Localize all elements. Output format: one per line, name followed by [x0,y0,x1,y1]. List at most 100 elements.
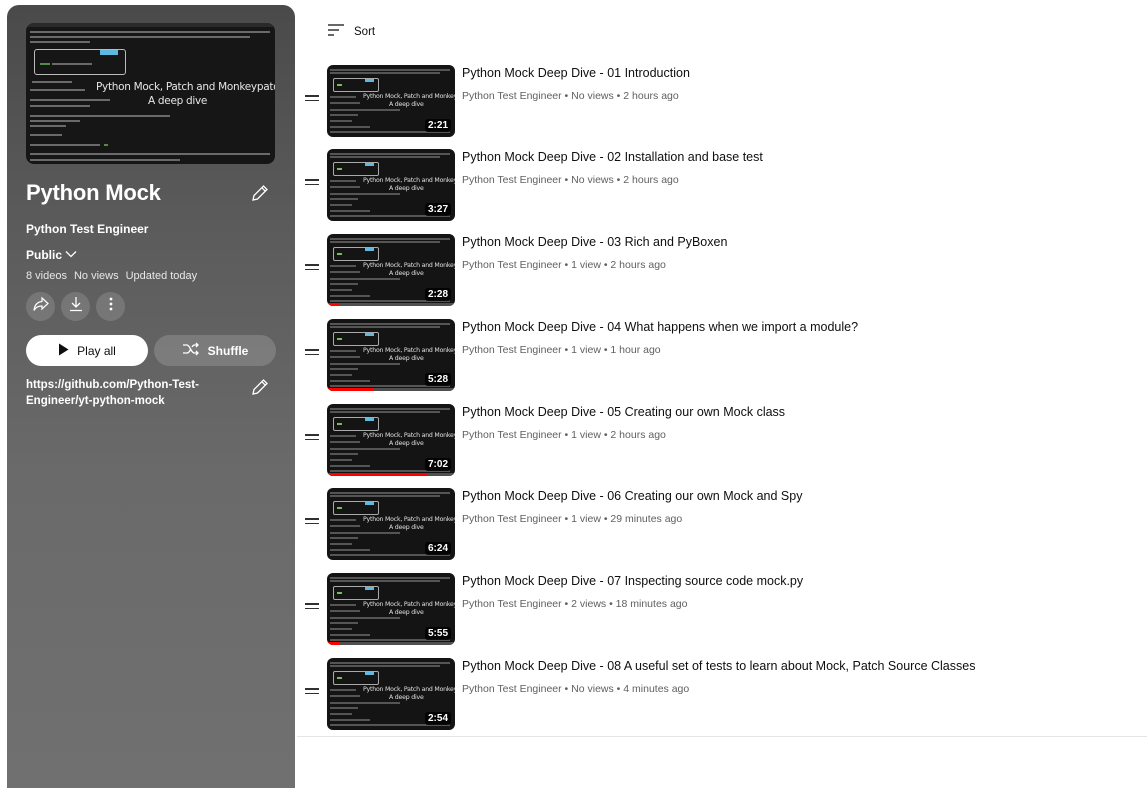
drag-handle-icon[interactable] [305,179,319,189]
video-thumbnail[interactable]: Python Mock, Patch and Monkeypatch A dee… [327,573,455,645]
terminal-line [330,363,400,365]
play-all-button[interactable]: Play all [26,335,148,366]
playlist-video-row[interactable]: Python Mock, Patch and Monkeypatch A dee… [303,658,1147,732]
video-thumbnail[interactable]: Python Mock, Patch and Monkeypatch A dee… [327,404,455,476]
playlist-video-row[interactable]: Python Mock, Patch and Monkeypatch A dee… [303,65,1147,139]
video-thumbnail[interactable]: Python Mock, Patch and Monkeypatch A dee… [327,149,455,221]
thumb-handwritten-subtitle: A deep dive [389,694,424,701]
terminal-tag [365,333,374,336]
video-title[interactable]: Python Mock Deep Dive - 06 Creating our … [462,489,802,503]
video-duration: 2:21 [424,119,451,132]
video-channel-name[interactable]: Python Test Engineer [462,429,562,441]
terminal-line [330,114,358,116]
video-metadata: Python Test Engineer • No views • 2 hour… [462,90,679,102]
playlist-title: Python Mock [26,180,161,205]
terminal-tag [365,163,374,166]
terminal-line [330,72,440,74]
terminal-line [337,592,342,594]
download-button[interactable] [61,292,90,321]
terminal-line [330,577,450,579]
terminal-line [330,459,352,461]
terminal-line [330,495,440,497]
video-channel-name[interactable]: Python Test Engineer [462,513,562,525]
video-channel-name[interactable]: Python Test Engineer [462,259,562,271]
playlist-video-row[interactable]: Python Mock, Patch and Monkeypatch A dee… [303,573,1147,647]
shuffle-button[interactable]: Shuffle [154,335,276,366]
watch-progress-bar [327,388,375,391]
drag-handle-icon[interactable] [305,349,319,359]
terminal-line [330,323,450,325]
terminal-line [337,168,342,170]
terminal-line [330,198,358,200]
playlist-video-row[interactable]: Python Mock, Patch and Monkeypatch A dee… [303,404,1147,478]
terminal-line [330,295,370,297]
terminal-line [330,238,450,240]
drag-handle-icon[interactable] [305,95,319,105]
terminal-line [32,81,72,83]
video-title[interactable]: Python Mock Deep Dive - 05 Creating our … [462,405,785,419]
privacy-dropdown[interactable]: Public [26,248,77,262]
video-views: 1 view [571,513,601,525]
watch-progress-bar [327,642,340,645]
video-duration: 5:55 [424,627,451,640]
playlist-channel-name[interactable]: Python Test Engineer [26,222,148,236]
hero-handwritten-title: Python Mock, Patch and Monkeypatch [96,81,275,93]
terminal-line [330,532,400,534]
video-channel-name[interactable]: Python Test Engineer [462,90,562,102]
playlist-video-row[interactable]: Python Mock, Patch and Monkeypatch A dee… [303,149,1147,223]
updated-text: Updated today [125,270,198,282]
thumb-handwritten-title: Python Mock, Patch and Monkeypatch [363,516,455,523]
thumb-handwritten-subtitle: A deep dive [389,440,424,447]
drag-handle-icon[interactable] [305,603,319,613]
terminal-line [330,719,370,721]
playlist-video-row[interactable]: Python Mock, Patch and Monkeypatch A dee… [303,319,1147,393]
video-channel-name[interactable]: Python Test Engineer [462,683,562,695]
download-icon [69,296,83,317]
terminal-line [330,665,440,667]
sort-button[interactable]: Sort [328,24,375,39]
video-age: 1 hour ago [610,344,661,356]
thumb-handwritten-subtitle: A deep dive [389,101,424,108]
edit-description-pencil-icon[interactable] [250,377,270,397]
drag-handle-icon[interactable] [305,434,319,444]
terminal-line [30,105,90,107]
share-button[interactable] [26,292,55,321]
video-thumbnail[interactable]: Python Mock, Patch and Monkeypatch A dee… [327,65,455,137]
video-thumbnail[interactable]: Python Mock, Patch and Monkeypatch A dee… [327,658,455,730]
playlist-thumbnail[interactable]: Python Mock, Patch and Monkeypatch A dee… [26,23,275,164]
terminal-line [52,63,92,65]
terminal-tag [365,587,374,590]
thumb-handwritten-title: Python Mock, Patch and Monkeypatch [363,262,455,269]
terminal-line [330,622,358,624]
video-title[interactable]: Python Mock Deep Dive - 07 Inspecting so… [462,574,803,588]
video-thumbnail[interactable]: Python Mock, Patch and Monkeypatch A dee… [327,234,455,306]
drag-handle-icon[interactable] [305,264,319,274]
more-actions-button[interactable] [96,292,125,321]
video-thumbnail[interactable]: Python Mock, Patch and Monkeypatch A dee… [327,488,455,560]
video-title[interactable]: Python Mock Deep Dive - 08 A useful set … [462,659,975,673]
list-divider [297,736,1147,737]
video-title[interactable]: Python Mock Deep Dive - 04 What happens … [462,320,858,334]
video-title[interactable]: Python Mock Deep Dive - 01 Introduction [462,66,690,80]
video-title[interactable]: Python Mock Deep Dive - 03 Rich and PyBo… [462,235,727,249]
edit-title-pencil-icon[interactable] [250,183,270,203]
playlist-video-row[interactable]: Python Mock, Patch and Monkeypatch A dee… [303,234,1147,308]
video-thumbnail[interactable]: Python Mock, Patch and Monkeypatch A dee… [327,319,455,391]
video-metadata: Python Test Engineer • 2 views • 18 minu… [462,598,687,610]
video-metadata: Python Test Engineer • No views • 4 minu… [462,683,689,695]
video-channel-name[interactable]: Python Test Engineer [462,174,562,186]
terminal-line [330,435,356,437]
terminal-line [30,159,180,161]
video-channel-name[interactable]: Python Test Engineer [462,344,562,356]
drag-handle-icon[interactable] [305,518,319,528]
terminal-line [330,465,370,467]
terminal-line [30,115,170,117]
playlist-video-row[interactable]: Python Mock, Patch and Monkeypatch A dee… [303,488,1147,562]
terminal-line [330,109,400,111]
terminal-line [330,604,356,606]
video-title[interactable]: Python Mock Deep Dive - 02 Installation … [462,150,763,164]
video-metadata: Python Test Engineer • 1 view • 1 hour a… [462,344,661,356]
drag-handle-icon[interactable] [305,688,319,698]
terminal-line [30,120,80,122]
video-channel-name[interactable]: Python Test Engineer [462,598,562,610]
